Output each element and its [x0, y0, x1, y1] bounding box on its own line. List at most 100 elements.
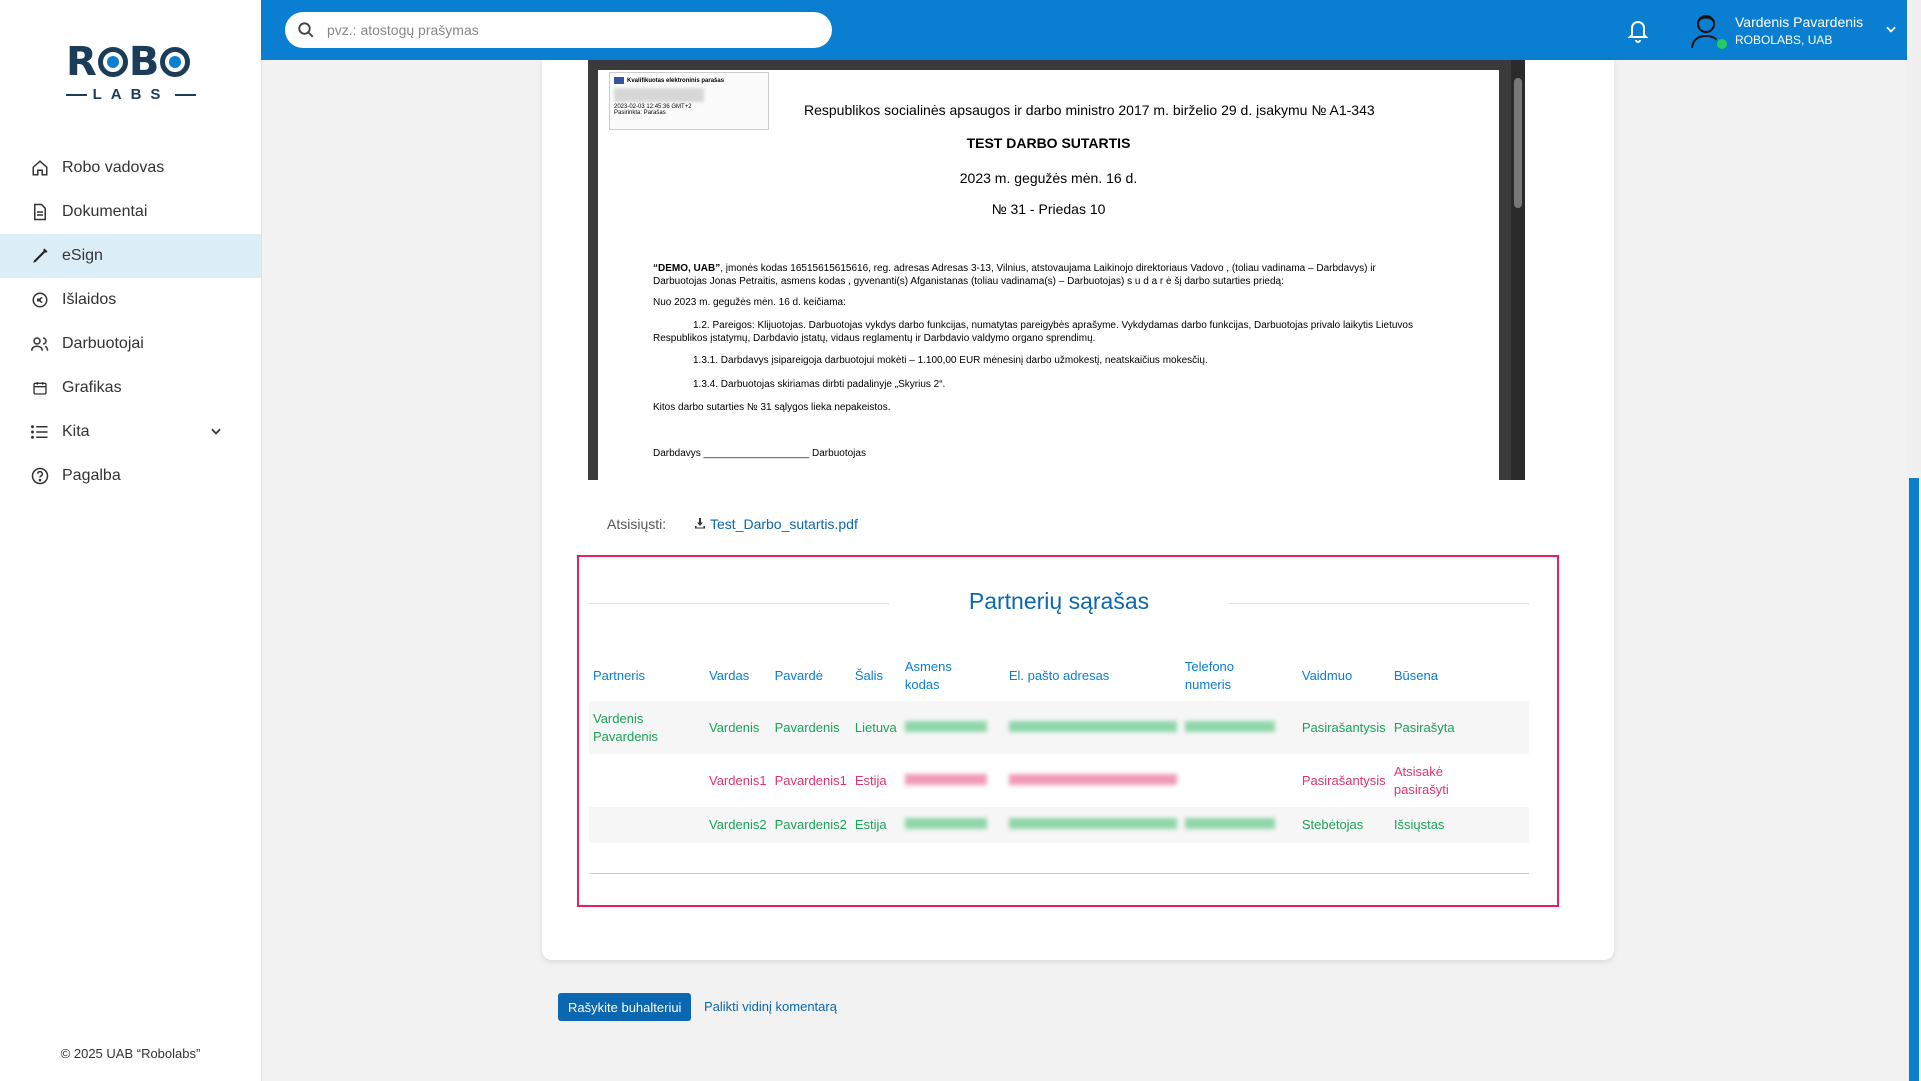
column-header-first-name[interactable]: Vardas	[705, 651, 771, 701]
sidebar-item-label: Grafikas	[62, 379, 122, 396]
document-title: TEST DARBO SUTARTIS	[966, 135, 1131, 151]
column-header-phone[interactable]: Telefono numeris	[1181, 651, 1298, 701]
download-label: Atsisiųsti:	[607, 516, 667, 532]
document-date: 2023 m. gegužės mėn. 16 d.	[959, 170, 1138, 186]
list-icon	[30, 422, 50, 442]
cell-country: Lietuva	[850, 701, 901, 754]
leave-internal-comment-link[interactable]: Palikti vidinį komentarą	[704, 999, 837, 1014]
document-paragraph: Nuo 2023 m. gegužės mėn. 16 d. keičiama:	[653, 297, 846, 308]
column-header-country[interactable]: Šalis	[851, 651, 901, 701]
cell-personal-code-redacted	[900, 701, 1005, 754]
sidebar-item-label: Kita	[62, 423, 90, 440]
search-icon	[297, 21, 315, 39]
notification-bell-icon[interactable]	[1626, 17, 1652, 43]
document-header-line: Respublikos socialinės apsaugos ir darbo…	[804, 102, 1375, 118]
user-name[interactable]: Vardenis Pavardenis	[1735, 14, 1863, 30]
download-pdf-link[interactable]: Test_Darbo_sutartis.pdf	[694, 516, 858, 532]
sidebar-item-robo-vadovas[interactable]: Robo vadovas	[0, 146, 261, 190]
sidebar-item-label: Robo vadovas	[62, 159, 165, 176]
column-header-status[interactable]: Būsena	[1390, 651, 1529, 701]
column-header-email[interactable]: El. pašto adresas	[1005, 651, 1181, 701]
cell-country: Estija	[850, 807, 901, 843]
sidebar-item-esign[interactable]: eSign	[0, 234, 261, 278]
table-row: Vardenis2 Pavardenis2 Estija Stebėtojas …	[589, 807, 1529, 843]
table-row: Vardenis1 Pavardenis1 Estija Pasirašanty…	[589, 754, 1529, 807]
cell-partner	[589, 754, 705, 807]
cell-last-name: Pavardenis	[770, 701, 851, 754]
partners-section: Partnerių sąrašas Partneris Vardas Pavar…	[577, 555, 1559, 907]
sidebar-item-kita[interactable]: Kita	[0, 410, 261, 454]
cell-first-name: Vardenis2	[705, 807, 771, 843]
cell-personal-code-redacted	[901, 754, 1005, 807]
help-icon	[30, 466, 50, 486]
sidebar: RB LABS Robo vadovas Dokumentai eSign Iš…	[0, 0, 262, 1081]
sidebar-item-islaidos[interactable]: Išlaidos	[0, 278, 261, 322]
sidebar-item-dokumentai[interactable]: Dokumentai	[0, 190, 261, 234]
cell-personal-code-redacted	[900, 807, 1005, 843]
cell-partner: Vardenis Pavardenis	[589, 701, 705, 754]
e-signature-stamp: Kvalifikuotas elektroninis parašas 2023-…	[609, 72, 769, 130]
cell-phone-redacted	[1180, 701, 1298, 754]
sidebar-item-label: Darbuotojai	[62, 335, 144, 352]
column-header-last-name[interactable]: Pavardė	[771, 651, 851, 701]
search-box[interactable]	[285, 12, 832, 48]
cell-last-name: Pavardenis2	[770, 807, 851, 843]
logo-wordmark: RB	[66, 42, 196, 82]
sidebar-item-grafikas[interactable]: Grafikas	[0, 366, 261, 410]
download-icon	[694, 516, 706, 532]
document-paragraph: 1.3.1. Darbdavys įsipareigoja darbuotoju…	[693, 355, 1208, 366]
partners-table: Partneris Vardas Pavardė Šalis Asmens kod…	[589, 651, 1529, 843]
cell-first-name: Vardenis1	[709, 772, 767, 788]
pdf-scrollbar[interactable]	[1511, 60, 1525, 480]
cell-role: Pasirašantysis	[1301, 772, 1386, 788]
cell-status: Pasirašyta	[1389, 701, 1529, 754]
table-header-row: Partneris Vardas Pavardė Šalis Asmens kod…	[589, 651, 1529, 701]
search-input[interactable]	[325, 21, 809, 39]
partners-title: Partnerių sąrašas	[589, 588, 1529, 614]
column-header-personal-code[interactable]: Asmens kodas	[901, 651, 1005, 701]
document-paragraph: 1.3.4. Darbuotojas skiriamas dirbti pada…	[693, 379, 946, 390]
cell-first-name: Vardenis	[705, 701, 771, 754]
document-paragraph: “DEMO, UAB”, įmonės kodas 16515615615616…	[653, 263, 1376, 274]
top-bar: Vardenis Pavardenis ROBOLABS, UAB	[261, 0, 1907, 60]
pdf-viewer[interactable]: Kvalifikuotas elektroninis parašas 2023-…	[588, 60, 1525, 480]
document-signature-line: Darbdavys ___________________ Darbuotoja…	[653, 448, 866, 459]
cell-role: Pasirašantysis	[1297, 701, 1390, 754]
column-header-role[interactable]: Vaidmuo	[1298, 651, 1390, 701]
cell-email-redacted	[1004, 807, 1181, 843]
column-header-partner[interactable]: Partneris	[589, 651, 705, 701]
expense-icon	[30, 290, 50, 310]
cell-email-redacted	[1004, 701, 1181, 754]
user-menu-chevron-icon[interactable]	[1884, 22, 1898, 41]
document-paragraph: Respublikos įstatymų, Darbdavio įstatų, …	[653, 333, 1096, 344]
cell-phone	[1181, 754, 1298, 807]
sidebar-item-darbuotojai[interactable]: Darbuotojai	[0, 322, 261, 366]
download-filename: Test_Darbo_sutartis.pdf	[710, 516, 858, 532]
divider	[589, 873, 1529, 874]
document-paragraph: 1.2. Pareigos: Klijuotojas. Darbuotojas …	[693, 320, 1413, 331]
home-icon	[30, 158, 50, 178]
write-accountant-button[interactable]: Rašykite buhalteriui	[558, 993, 692, 1021]
document-icon	[30, 202, 50, 222]
page-scrollbar[interactable]	[1907, 0, 1921, 1081]
calendar-icon	[30, 378, 50, 398]
sidebar-item-label: eSign	[62, 247, 103, 264]
document-number: № 31 - Priedas 10	[991, 201, 1106, 217]
robolabs-logo[interactable]: RB LABS	[66, 42, 196, 106]
user-company: ROBOLABS, UAB	[1735, 33, 1833, 47]
cell-last-name: Pavardenis1	[774, 772, 847, 788]
cell-partner	[589, 807, 705, 843]
table-row: Vardenis Pavardenis Vardenis Pavardenis L…	[589, 701, 1529, 754]
cell-role: Stebėtojas	[1297, 807, 1390, 843]
document-paragraph: Darbuotojas Jonas Petraitis, asmens koda…	[653, 276, 1284, 287]
page-scrollbar-thumb[interactable]	[1909, 478, 1919, 1081]
sidebar-item-label: Pagalba	[62, 467, 121, 484]
sidebar-item-label: Dokumentai	[62, 203, 148, 220]
pen-icon	[30, 246, 50, 266]
sidebar-item-pagalba[interactable]: Pagalba	[0, 454, 261, 498]
logo-subtext: LABS	[92, 86, 170, 103]
copyright: © 2025 UAB “Robolabs”	[60, 1046, 201, 1061]
cell-email-redacted	[1005, 754, 1181, 807]
pdf-scrollbar-thumb[interactable]	[1514, 78, 1522, 208]
users-icon	[30, 334, 50, 354]
